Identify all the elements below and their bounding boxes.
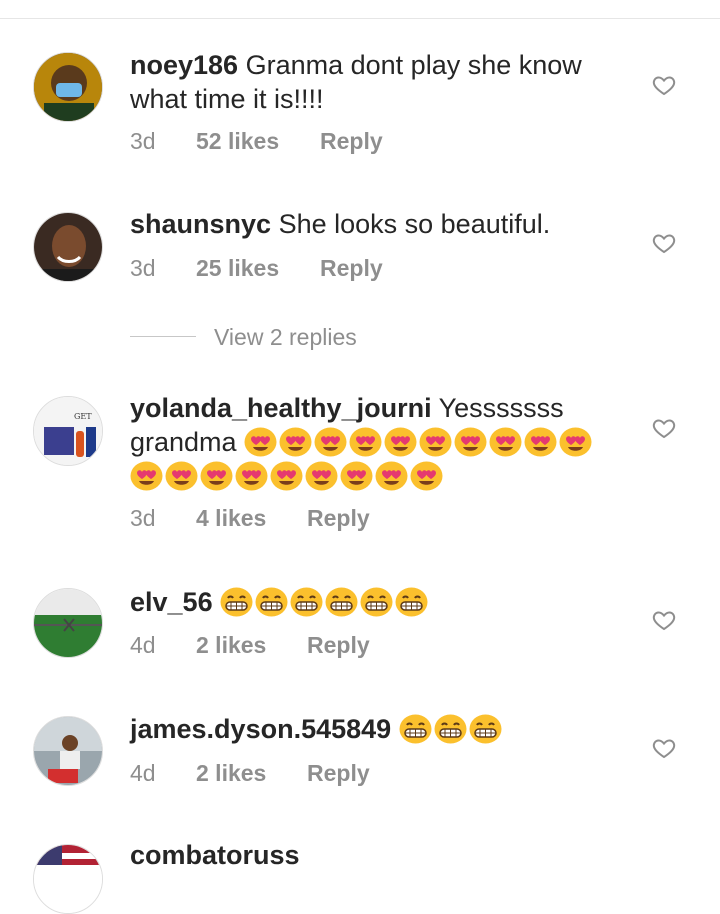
- heart-outline-icon[interactable]: [652, 73, 676, 97]
- comment-meta: 3d 25 likes Reply: [130, 255, 383, 282]
- avatar[interactable]: [33, 212, 103, 282]
- timestamp: 3d: [130, 128, 156, 154]
- timestamp: 3d: [130, 255, 156, 281]
- heart-outline-icon[interactable]: [652, 608, 676, 632]
- comment-text: james.dyson.545849: [130, 712, 600, 746]
- heart-outline-icon[interactable]: [652, 416, 676, 440]
- heart-outline-icon[interactable]: [652, 231, 676, 255]
- avatar[interactable]: [33, 588, 103, 658]
- likes-count[interactable]: 4 likes: [196, 505, 307, 532]
- avatar-logo-text: GET: [74, 412, 92, 421]
- comment-text: shaunsnyc She looks so beautiful.: [130, 207, 600, 241]
- avatar[interactable]: GET: [33, 396, 103, 466]
- heart-outline-icon[interactable]: [652, 736, 676, 760]
- avatar[interactable]: [33, 716, 103, 786]
- comment-meta: 4d 2 likes Reply: [130, 632, 370, 659]
- username-link[interactable]: james.dyson.545849: [130, 714, 391, 744]
- replies-divider: [130, 336, 196, 337]
- reply-button[interactable]: Reply: [307, 760, 370, 787]
- username-link[interactable]: elv_56: [130, 587, 213, 617]
- likes-count[interactable]: 2 likes: [196, 632, 307, 659]
- username-link[interactable]: noey186: [130, 50, 238, 80]
- comment-text: noey186 Granma dont play she know what t…: [130, 48, 600, 116]
- comment-meta: 3d 4 likes Reply: [130, 505, 370, 532]
- timestamp: 4d: [130, 632, 156, 658]
- username-link[interactable]: combatoruss: [130, 840, 300, 870]
- timestamp: 3d: [130, 505, 156, 531]
- comment-text: combatoruss: [130, 838, 600, 872]
- likes-count[interactable]: 52 likes: [196, 128, 320, 155]
- timestamp: 4d: [130, 760, 156, 786]
- comment-text: elv_56: [130, 585, 600, 619]
- comment-meta: 3d 52 likes Reply: [130, 128, 383, 155]
- likes-count[interactable]: 2 likes: [196, 760, 307, 787]
- grinning-emoji-group: [220, 587, 430, 617]
- username-link[interactable]: yolanda_healthy_journi: [130, 393, 432, 423]
- avatar[interactable]: [33, 844, 103, 914]
- avatar[interactable]: [33, 52, 103, 122]
- view-replies-link[interactable]: View 2 replies: [214, 324, 357, 351]
- likes-count[interactable]: 25 likes: [196, 255, 320, 282]
- comment-meta: 4d 2 likes Reply: [130, 760, 370, 787]
- reply-button[interactable]: Reply: [307, 505, 370, 532]
- comment-body: She looks so beautiful.: [278, 209, 551, 239]
- reply-button[interactable]: Reply: [320, 255, 383, 282]
- reply-button[interactable]: Reply: [307, 632, 370, 659]
- reply-button[interactable]: Reply: [320, 128, 383, 155]
- grinning-emoji-group: [399, 714, 504, 744]
- top-divider: [0, 18, 720, 19]
- comment-text: yolanda_healthy_journi Yesssssss grandma: [130, 391, 610, 493]
- username-link[interactable]: shaunsnyc: [130, 209, 271, 239]
